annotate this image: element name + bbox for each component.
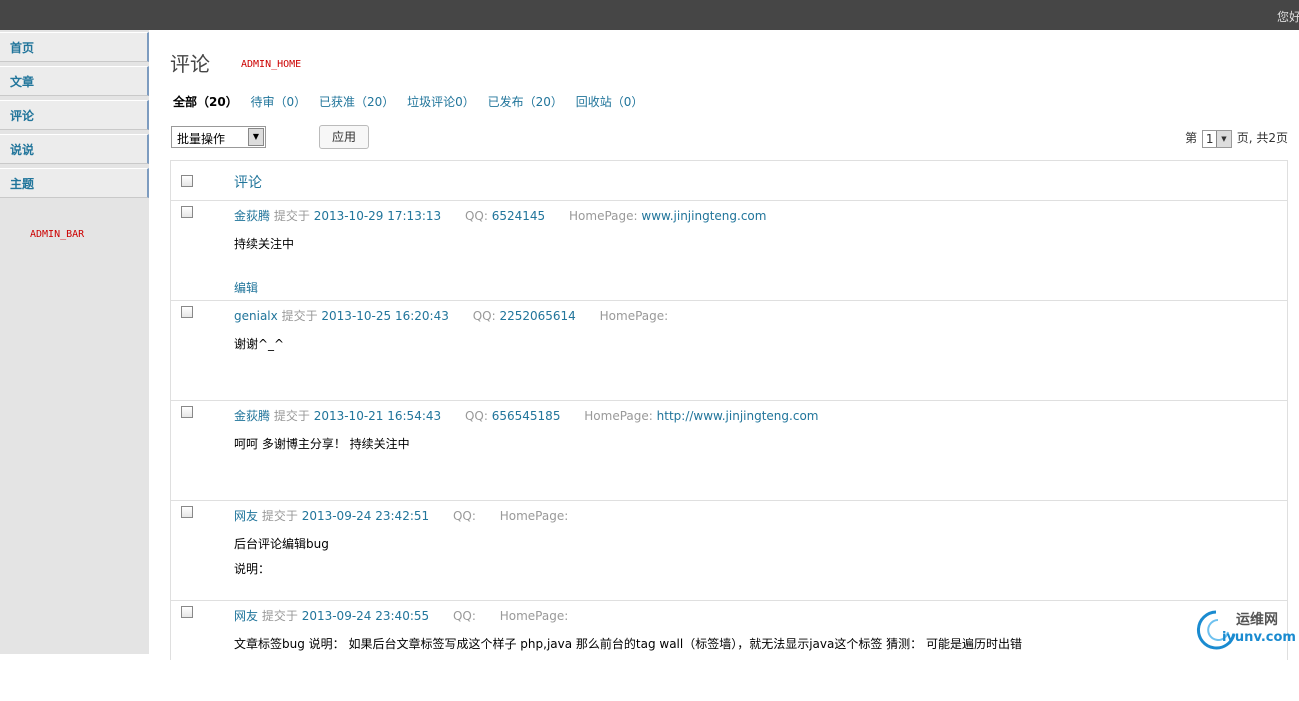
comment-meta: genialx 提交于 2013-10-25 16:20:43 QQ: 2252… [234, 307, 668, 324]
sidebar-item-comments[interactable]: 评论 [0, 100, 149, 130]
comment-author[interactable]: 网友 [234, 509, 258, 523]
comment-content: 呵呵 多谢博主分享！ 持续关注中 [234, 432, 1234, 457]
admin-bar-placeholder: ADMIN_BAR [30, 229, 85, 240]
qq-label: QQ: [452, 609, 476, 623]
row-checkbox[interactable] [181, 406, 193, 418]
top-bar: 您好 [0, 0, 1299, 30]
status-filters: 全部（20） 待审（0） 已获准（20） 垃圾评论0） 已发布（20） 回收站（… [173, 93, 652, 110]
filter-trash[interactable]: 回收站（0） [576, 95, 644, 109]
table-row: 网友 提交于 2013-09-24 23:40:55 QQ: HomePage:… [171, 601, 1287, 701]
filter-approved[interactable]: 已获准（20） [319, 95, 394, 109]
submitted-label: 提交于 [273, 409, 310, 423]
table-row: 金荻腾 提交于 2013-10-29 17:13:13 QQ: 6524145 … [171, 201, 1287, 301]
bulk-actions-select[interactable]: 批量操作 ▼ [171, 126, 266, 148]
comment-content: 文章标签bug 说明： 如果后台文章标签写成这个样子 php,java 那么前台… [234, 632, 1234, 657]
greeting-text: 您好 [1277, 10, 1299, 24]
column-title-comment: 评论 [234, 175, 262, 191]
filter-all[interactable]: 全部（20） [173, 95, 238, 109]
pager-prefix: 第 [1185, 131, 1198, 145]
sidebar: 首页 文章 评论 说说 主题 ADMIN_BAR [0, 30, 149, 654]
pagination: 第 1 ▼ 页, 共2页 [1185, 129, 1288, 148]
sidebar-menu: 首页 文章 评论 说说 主题 [0, 32, 149, 202]
comment-author[interactable]: genialx [234, 309, 278, 323]
comment-line: 后台评论编辑bug [234, 537, 329, 551]
qq-label: QQ: [472, 309, 496, 323]
submitted-label: 提交于 [261, 609, 298, 623]
homepage-link[interactable]: www.jinjingteng.com [641, 209, 766, 223]
row-checkbox[interactable] [181, 506, 193, 518]
comment-author[interactable]: 金荻腾 [234, 409, 270, 423]
comment-date[interactable]: 2013-10-25 16:20:43 [321, 309, 448, 323]
homepage-label: HomePage: [569, 209, 638, 223]
table-row: 金荻腾 提交于 2013-10-21 16:54:43 QQ: 65654518… [171, 401, 1287, 501]
current-page: 1 [1205, 131, 1214, 146]
main-content: 评论 ADMIN_HOME 全部（20） 待审（0） 已获准（20） 垃圾评论0… [149, 30, 1299, 660]
comment-date[interactable]: 2013-10-29 17:13:13 [314, 209, 441, 223]
chevron-down-icon[interactable]: ▼ [248, 128, 264, 146]
comment-date[interactable]: 2013-09-24 23:42:51 [302, 509, 429, 523]
comments-table: 评论 金荻腾 提交于 2013-10-29 17:13:13 QQ: 65241… [170, 160, 1288, 660]
edit-link[interactable]: 编辑 [234, 279, 258, 296]
watermark-bottom-text: iyunv.com [1222, 630, 1296, 645]
comment-meta: 金荻腾 提交于 2013-10-21 16:54:43 QQ: 65654518… [234, 407, 818, 424]
filter-spam[interactable]: 垃圾评论0） [407, 95, 475, 109]
filter-published[interactable]: 已发布（20） [488, 95, 563, 109]
homepage-label: HomePage: [599, 309, 669, 323]
comment-date[interactable]: 2013-10-21 16:54:43 [314, 409, 441, 423]
comment-meta: 网友 提交于 2013-09-24 23:40:55 QQ: HomePage: [234, 607, 568, 624]
submitted-label: 提交于 [273, 209, 310, 223]
comment-meta: 网友 提交于 2013-09-24 23:42:51 QQ: HomePage: [234, 507, 568, 524]
qq-value: 2252065614 [499, 309, 576, 323]
table-header: 评论 [171, 161, 1287, 201]
comment-author[interactable]: 网友 [234, 609, 258, 623]
row-checkbox[interactable] [181, 206, 193, 218]
comment-date[interactable]: 2013-09-24 23:40:55 [302, 609, 429, 623]
filter-pending[interactable]: 待审（0） [251, 95, 307, 109]
pager-suffix: 页, 共2页 [1236, 131, 1288, 145]
comment-line: 持续关注中 [234, 237, 295, 251]
sidebar-item-themes[interactable]: 主题 [0, 168, 149, 198]
comment-content: 后台评论编辑bug 说明： [234, 532, 1234, 582]
qq-value: 6524145 [491, 209, 546, 223]
table-row: 网友 提交于 2013-09-24 23:42:51 QQ: HomePage:… [171, 501, 1287, 601]
comment-line: 谢谢^_^ [234, 337, 285, 351]
page-select[interactable]: 1 ▼ [1201, 129, 1232, 148]
qq-label: QQ: [464, 409, 488, 423]
sidebar-item-articles[interactable]: 文章 [0, 66, 149, 96]
admin-home-placeholder: ADMIN_HOME [241, 59, 302, 70]
sidebar-item-talks[interactable]: 说说 [0, 134, 149, 164]
homepage-label: HomePage: [499, 609, 569, 623]
comment-meta: 金荻腾 提交于 2013-10-29 17:13:13 QQ: 6524145 … [234, 207, 766, 224]
table-row: genialx 提交于 2013-10-25 16:20:43 QQ: 2252… [171, 301, 1287, 401]
watermark-top-text: 运维网 [1236, 612, 1278, 628]
row-checkbox[interactable] [181, 306, 193, 318]
homepage-label: HomePage: [499, 509, 569, 523]
comment-content: 谢谢^_^ [234, 332, 1234, 357]
comment-line: 说明： [234, 562, 271, 576]
comment-content: 持续关注中 [234, 232, 1234, 257]
page-title: 评论 [170, 52, 210, 76]
bulk-actions-label: 批量操作 [177, 132, 226, 146]
apply-button[interactable]: 应用 [319, 125, 369, 149]
qq-value: 656545185 [491, 409, 561, 423]
watermark: 运维网 iyunv.com [1194, 604, 1299, 654]
qq-label: QQ: [452, 509, 476, 523]
row-checkbox[interactable] [181, 606, 193, 618]
homepage-label: HomePage: [584, 409, 653, 423]
submitted-label: 提交于 [261, 509, 298, 523]
comment-line: 文章标签bug 说明： 如果后台文章标签写成这个样子 php,java 那么前台… [234, 637, 1022, 651]
qq-label: QQ: [464, 209, 488, 223]
submitted-label: 提交于 [281, 309, 318, 323]
comment-author[interactable]: 金荻腾 [234, 209, 270, 223]
chevron-down-icon[interactable]: ▼ [1215, 130, 1231, 147]
select-all-checkbox[interactable] [181, 175, 193, 187]
comment-line: 呵呵 多谢博主分享！ 持续关注中 [234, 437, 410, 451]
homepage-link[interactable]: http://www.jinjingteng.com [657, 409, 819, 423]
sidebar-item-home[interactable]: 首页 [0, 32, 149, 62]
